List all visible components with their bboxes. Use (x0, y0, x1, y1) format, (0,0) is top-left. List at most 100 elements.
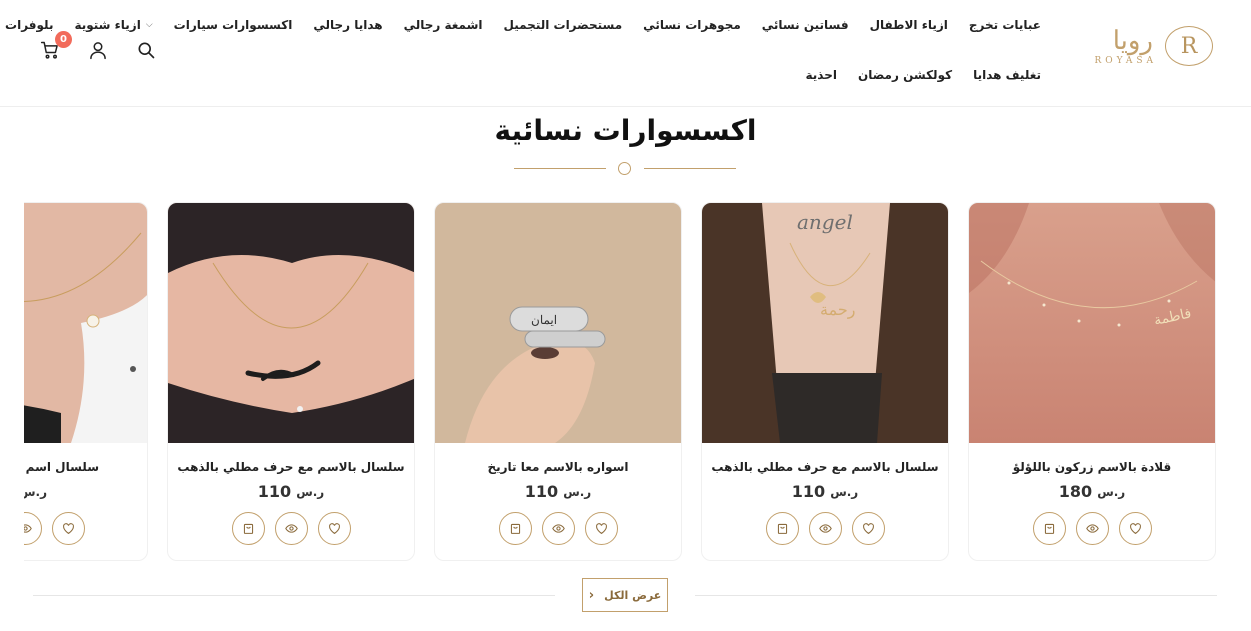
add-to-cart-button[interactable] (231, 512, 265, 545)
product-name[interactable]: سلسال بالاسم مع حرف مطلي بالذهب (702, 460, 948, 474)
product-card[interactable]: angel رحمة سلسال بالاسم مع حرف مطلي بالذ… (701, 202, 949, 561)
nav-item-shoes[interactable]: احذية (806, 68, 837, 82)
nav-item-cosmetics[interactable]: مستحضرات التجميل (504, 18, 623, 32)
product-actions (702, 512, 948, 545)
logo-latin-text: ROYASA (1094, 56, 1157, 66)
nav-item-men-shemagh[interactable]: اشمغة رجالي (404, 18, 483, 32)
wishlist-button[interactable] (317, 512, 351, 545)
nav-item-label: مستحضرات التجميل (503, 18, 623, 32)
add-to-cart-button[interactable] (1032, 512, 1066, 545)
nav-item-label: بلوفرات (5, 18, 54, 32)
site-header: رويا ROYASA R عبايات تخرج ازياء الاطفال … (0, 0, 1251, 107)
user-icon[interactable] (88, 40, 108, 60)
price-value: 110 (524, 482, 559, 501)
product-card[interactable]: ايمان اسواره بالاسم معا تاريخ 110 ر.س (434, 202, 682, 561)
product-price: 110 ر.س (24, 482, 147, 501)
nav-item-label: مجوهرات نسائي (643, 18, 741, 32)
title-divider (514, 162, 736, 175)
main-nav-row-1: عبايات تخرج ازياء الاطفال فساتين نسائي م… (5, 18, 1041, 32)
product-card[interactable]: سلسال بالاسم مع حرف مطلي بالذهب 110 ر.س (167, 202, 415, 561)
product-price: 110 ر.س (168, 482, 414, 501)
product-image-calligraphy-necklace[interactable] (168, 203, 414, 443)
chevron-down-icon: ⌵ (145, 20, 153, 30)
logo-monogram: R (1165, 26, 1213, 66)
product-name[interactable]: اسواره بالاسم معا تاريخ (435, 460, 681, 474)
price-value: 180 (1058, 482, 1093, 501)
section-title: اكسسوارات نسائية (494, 114, 757, 147)
quick-view-button[interactable] (808, 512, 842, 545)
product-image-name-bracelet[interactable]: ايمان (435, 203, 681, 443)
wishlist-button[interactable] (584, 512, 618, 545)
product-image-flower-necklace[interactable] (24, 203, 147, 443)
products-carousel[interactable]: فاطمة قلادة بالاسم زركون باللؤلؤ 180 ر.س… (24, 202, 1216, 562)
quick-view-button[interactable] (541, 512, 575, 545)
nav-item-label: اشمغة رجالي (403, 18, 483, 32)
nav-item-men-gifts[interactable]: هدايا رجالي (313, 18, 382, 32)
product-image-angel-necklace[interactable]: angel رحمة (702, 203, 948, 443)
divider-line (644, 168, 736, 169)
svg-text:angel: angel (797, 210, 853, 234)
product-card[interactable]: سلسال اسم مع 110 ر.س (24, 202, 148, 561)
product-actions (969, 512, 1215, 545)
product-image-zircon-necklace[interactable]: فاطمة (969, 203, 1215, 443)
search-icon[interactable] (136, 40, 156, 60)
product-price: 180 ر.س (969, 482, 1215, 501)
chevron-right-icon: › (588, 587, 595, 603)
nav-item-label: فساتين نسائي (761, 18, 849, 32)
separator-line (33, 595, 555, 596)
add-to-cart-button[interactable] (498, 512, 532, 545)
wishlist-button[interactable] (1118, 512, 1152, 545)
nav-item-label: ازياء شتوية (74, 18, 141, 32)
svg-text:ايمان: ايمان (531, 313, 557, 327)
main-nav-row-2: تغليف هدايا كولكشن رمضان احذية (806, 68, 1042, 82)
product-name[interactable]: سلسال بالاسم مع حرف مطلي بالذهب (168, 460, 414, 474)
product-actions (24, 512, 147, 545)
nav-item-pullovers[interactable]: بلوفرات (5, 18, 53, 32)
nav-item-graduation-abayas[interactable]: عبايات تخرج (969, 18, 1041, 32)
nav-item-winter-fashion[interactable]: ازياء شتوية ⌵ (74, 18, 152, 32)
view-all-button[interactable]: عرض الكل › (582, 578, 668, 612)
currency-symbol: ر.س (1097, 484, 1126, 499)
currency-symbol: ر.س (563, 484, 592, 499)
product-actions (168, 512, 414, 545)
product-name[interactable]: سلسال اسم مع (24, 460, 147, 474)
nav-item-women-dresses[interactable]: فساتين نسائي (762, 18, 849, 32)
svg-text:رحمة: رحمة (820, 300, 855, 319)
product-price: 110 ر.س (435, 482, 681, 501)
currency-symbol: ر.س (830, 484, 859, 499)
wishlist-button[interactable] (52, 512, 85, 545)
price-value: 110 (257, 482, 292, 501)
nav-item-label: احذية (805, 68, 837, 82)
wishlist-button[interactable] (851, 512, 885, 545)
divider-dot (618, 162, 631, 175)
add-to-cart-button[interactable] (765, 512, 799, 545)
currency-symbol: ر.س (24, 484, 47, 499)
nav-item-women-jewelry[interactable]: مجوهرات نسائي (643, 18, 741, 32)
nav-item-label: عبايات تخرج (968, 18, 1041, 32)
nav-item-label: هدايا رجالي (313, 18, 383, 32)
cart-count-badge: 0 (55, 31, 72, 48)
nav-item-kids-fashion[interactable]: ازياء الاطفال (870, 18, 948, 32)
cart-icon[interactable]: 0 (40, 31, 72, 60)
separator-line (695, 595, 1217, 596)
price-value: 110 (791, 482, 826, 501)
view-all-label: عرض الكل (604, 588, 662, 602)
divider-line (514, 168, 606, 169)
product-actions (435, 512, 681, 545)
nav-item-label: كولكشن رمضان (857, 68, 953, 82)
product-name[interactable]: قلادة بالاسم زركون باللؤلؤ (969, 460, 1215, 474)
quick-view-button[interactable] (24, 512, 42, 545)
quick-view-button[interactable] (274, 512, 308, 545)
nav-item-label: تغليف هدايا (973, 68, 1041, 82)
quick-view-button[interactable] (1075, 512, 1109, 545)
header-actions: 0 (40, 31, 156, 60)
product-price: 110 ر.س (702, 482, 948, 501)
nav-item-car-accessories[interactable]: اكسسوارات سيارات (174, 18, 293, 32)
nav-item-gift-wrapping[interactable]: تغليف هدايا (973, 68, 1041, 82)
currency-symbol: ر.س (296, 484, 325, 499)
logo-arabic-text: رويا (1112, 26, 1153, 56)
brand-logo[interactable]: رويا ROYASA R (1035, 26, 1213, 72)
product-card[interactable]: فاطمة قلادة بالاسم زركون باللؤلؤ 180 ر.س (968, 202, 1216, 561)
nav-item-ramadan-collection[interactable]: كولكشن رمضان (858, 68, 952, 82)
nav-item-label: ازياء الاطفال (869, 18, 948, 32)
